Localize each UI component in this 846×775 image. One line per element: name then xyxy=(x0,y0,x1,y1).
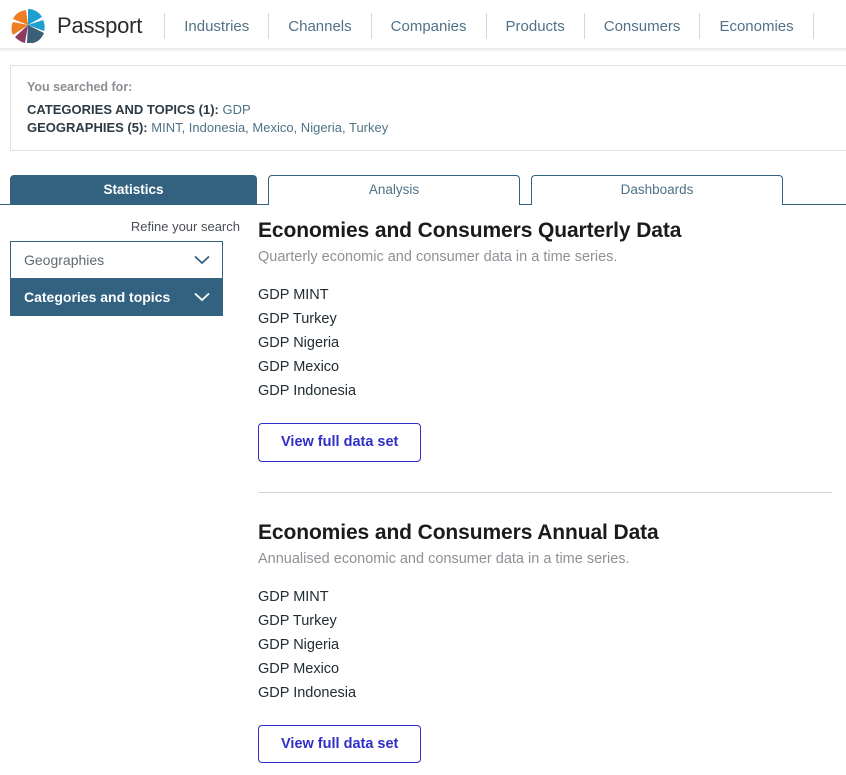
list-item[interactable]: GDP Turkey xyxy=(258,307,832,331)
result-section-quarterly: Economies and Consumers Quarterly Data Q… xyxy=(258,219,832,462)
criterion-key: GEOGRAPHIES (5): xyxy=(27,120,148,135)
passport-pinwheel-logo-icon xyxy=(11,9,45,43)
page-body: Refine your search Geographies Categorie… xyxy=(0,205,846,763)
list-item[interactable]: GDP Mexico xyxy=(258,355,832,379)
section-divider xyxy=(258,491,832,493)
brand[interactable]: Passport xyxy=(8,6,142,46)
result-section-annual: Economies and Consumers Annual Data Annu… xyxy=(258,521,832,763)
facet-categories-and-topics[interactable]: Categories and topics xyxy=(10,278,223,316)
search-criterion-categories: CATEGORIES AND TOPICS (1): GDP xyxy=(27,101,846,119)
search-summary-box: You searched for: CATEGORIES AND TOPICS … xyxy=(10,65,846,151)
nav-divider xyxy=(699,13,701,39)
nav-divider xyxy=(583,13,585,39)
criterion-key: CATEGORIES AND TOPICS (1): xyxy=(27,102,219,117)
nav-divider xyxy=(485,13,487,39)
nav-item-products[interactable]: Products xyxy=(489,14,582,39)
dataset-title[interactable]: Economies and Consumers Annual Data xyxy=(258,521,832,545)
list-item[interactable]: GDP Turkey xyxy=(258,609,832,633)
list-item[interactable]: GDP MINT xyxy=(258,585,832,609)
chevron-down-icon xyxy=(194,255,210,265)
nav-divider xyxy=(164,13,166,39)
search-criterion-geographies: GEOGRAPHIES (5): MINT, Indonesia, Mexico… xyxy=(27,119,846,137)
primary-nav: Industries Channels Companies Products C… xyxy=(162,13,815,39)
list-item[interactable]: GDP MINT xyxy=(258,283,832,307)
nav-item-channels[interactable]: Channels xyxy=(271,14,368,39)
list-item[interactable]: GDP Indonesia xyxy=(258,681,832,705)
search-summary-wrap: You searched for: CATEGORIES AND TOPICS … xyxy=(0,52,846,151)
view-full-data-set-button[interactable]: View full data set xyxy=(258,423,422,462)
list-item[interactable]: GDP Nigeria xyxy=(258,331,832,355)
dataset-subtitle: Quarterly economic and consumer data in … xyxy=(258,249,618,265)
facet-label: Categories and topics xyxy=(24,289,171,305)
nav-item-consumers[interactable]: Consumers xyxy=(587,14,698,39)
nav-item-companies[interactable]: Companies xyxy=(374,14,484,39)
tab-analysis[interactable]: Analysis xyxy=(268,175,520,205)
chevron-down-icon xyxy=(194,292,210,302)
facet-geographies[interactable]: Geographies xyxy=(10,241,223,279)
tab-gap xyxy=(257,175,268,205)
nav-divider xyxy=(268,13,270,39)
list-item[interactable]: GDP Indonesia xyxy=(258,379,832,403)
brand-name: Passport xyxy=(57,13,143,38)
results-main: Economies and Consumers Quarterly Data Q… xyxy=(248,219,846,763)
dataset-title[interactable]: Economies and Consumers Quarterly Data xyxy=(258,219,832,243)
tab-statistics[interactable]: Statistics xyxy=(10,175,257,205)
view-full-data-set-button[interactable]: View full data set xyxy=(258,724,422,763)
list-item[interactable]: GDP Nigeria xyxy=(258,633,832,657)
nav-divider xyxy=(812,13,814,39)
dataset-subtitle: Annualised economic and consumer data in… xyxy=(258,550,630,567)
nav-divider xyxy=(370,13,372,39)
dataset-item-list: GDP MINT GDP Turkey GDP Nigeria GDP Mexi… xyxy=(258,283,832,403)
nav-item-industries[interactable]: Industries xyxy=(167,14,266,39)
refine-sidebar: Refine your search Geographies Categorie… xyxy=(0,219,248,763)
tab-gap xyxy=(520,175,531,205)
facet-label: Geographies xyxy=(24,252,105,268)
results-tabs: Statistics Analysis Dashboards xyxy=(0,175,846,205)
list-item[interactable]: GDP Mexico xyxy=(258,657,832,681)
refine-your-search-label: Refine your search xyxy=(130,219,240,234)
criterion-values[interactable]: GDP xyxy=(223,102,251,117)
you-searched-for-label: You searched for: xyxy=(27,80,133,94)
tab-dashboards[interactable]: Dashboards xyxy=(531,175,783,205)
site-header: Passport Industries Channels Companies P… xyxy=(0,0,846,52)
nav-item-economies[interactable]: Economies xyxy=(702,14,810,39)
dataset-item-list: GDP MINT GDP Turkey GDP Nigeria GDP Mexi… xyxy=(258,585,832,705)
criterion-values[interactable]: MINT, Indonesia, Mexico, Nigeria, Turkey xyxy=(151,120,388,135)
